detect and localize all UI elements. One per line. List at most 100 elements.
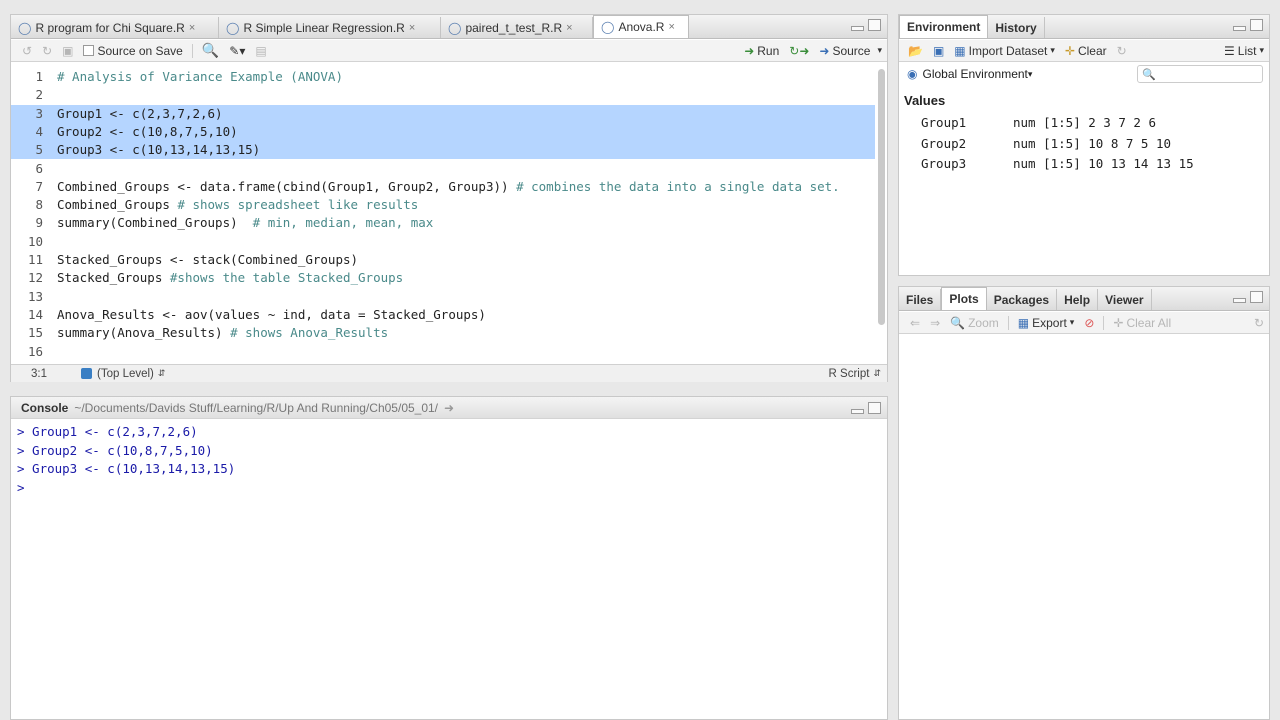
tab-plots[interactable]: Plots	[941, 287, 987, 310]
code-line[interactable]: 9 summary(Combined_Groups) # min, median,…	[11, 214, 875, 232]
clear-all-button[interactable]: ✛ Clear All	[1108, 316, 1176, 330]
code-line[interactable]: 3 Group1 <- c(2,3,7,2,6)	[11, 104, 875, 123]
zoom-button[interactable]: 🔍 Zoom	[945, 316, 1004, 330]
code-tokens: Group1 <- c(2,3,7,2,6)	[57, 105, 223, 121]
line-number: 13	[27, 288, 43, 304]
chevron-updown-icon[interactable]: ⇵	[873, 368, 881, 379]
environment-values: Group1 num [1:5] 2 3 7 2 6 Group2 num [1:5]…	[899, 113, 1269, 193]
clear-label: Clear	[1077, 43, 1107, 58]
code-tokens: Stacked_Groups <- stack(Combined_Groups)	[57, 252, 359, 267]
code-line[interactable]: 7 Combined_Groups <- data.frame(cbind(Gro…	[11, 178, 875, 196]
tab-paired-t-test[interactable]: ◯ paired_t_test_R.R ×	[441, 17, 593, 38]
save-icon[interactable]: ▣	[57, 44, 78, 58]
chevron-down-icon[interactable]: ▾	[1028, 69, 1033, 80]
tab-packages[interactable]: Packages	[987, 289, 1058, 310]
line-number: 4	[35, 123, 43, 139]
refresh-icon[interactable]: ↻	[1249, 316, 1269, 330]
maximize-pane-button[interactable]	[868, 402, 881, 414]
plot-canvas	[899, 335, 1269, 719]
code-tools-icon[interactable]: ✎▾	[224, 44, 250, 58]
remove-plot-icon[interactable]: ⊘	[1079, 316, 1099, 330]
export-button[interactable]: ▦ Export ▾	[1013, 316, 1080, 330]
close-icon[interactable]: ×	[566, 22, 572, 34]
tab-linear-regression[interactable]: ◯ R Simple Linear Regression.R ×	[219, 17, 441, 38]
code-line[interactable]: 4 Group2 <- c(10,8,7,5,10)	[11, 122, 875, 142]
checkbox-icon[interactable]	[83, 45, 95, 56]
broom-icon: ✛	[1113, 315, 1124, 330]
code-line[interactable]: 2	[11, 86, 875, 104]
minimize-pane-button[interactable]	[1233, 26, 1246, 31]
next-plot-icon[interactable]: ⇒	[925, 316, 945, 330]
chevron-down-icon[interactable]: ▾	[877, 45, 882, 56]
import-dataset-button[interactable]: ▦ Import Dataset ▾	[949, 44, 1060, 58]
environment-window-controls	[1233, 19, 1263, 31]
tab-anova[interactable]: ◯ Anova.R ×	[593, 15, 689, 38]
save-workspace-icon[interactable]: ▣	[928, 44, 949, 58]
search-icon[interactable]: 🔍	[197, 42, 224, 59]
close-icon[interactable]: ×	[668, 21, 674, 33]
code-line[interactable]: 12 Stacked_Groups #shows the table Stacke…	[11, 269, 875, 287]
compile-report-icon[interactable]: ▤	[250, 44, 271, 58]
run-arrow-icon: ➜	[744, 43, 755, 58]
code-line[interactable]: 11 Stacked_Groups <- stack(Combined_Group…	[11, 251, 875, 269]
chevron-updown-icon[interactable]: ⇵	[158, 368, 166, 379]
source-button[interactable]: ➜ Source ▾	[814, 44, 887, 58]
tab-viewer[interactable]: Viewer	[1098, 289, 1152, 310]
maximize-pane-button[interactable]	[868, 19, 881, 31]
environment-row[interactable]: Group1 num [1:5] 2 3 7 2 6	[921, 113, 1156, 133]
minimize-pane-button[interactable]	[851, 409, 864, 414]
code-editor[interactable]: 1 # Analysis of Variance Example (ANOVA) 2…	[11, 64, 875, 364]
source-on-save-toggle[interactable]: Source on Save	[78, 44, 187, 58]
zoom-icon: 🔍	[950, 315, 966, 330]
load-workspace-icon[interactable]: 📂	[903, 44, 928, 58]
code-text: Group2 <- c(10,8,7,5,10)	[57, 123, 238, 139]
environment-toolbar: 📂 ▣ ▦ Import Dataset ▾ ✛ Clear ↻ ☰ List …	[899, 40, 1269, 62]
goto-directory-icon[interactable]: ➜	[444, 401, 454, 415]
list-view-button[interactable]: ☰ List ▾	[1219, 44, 1269, 58]
close-icon[interactable]: ×	[409, 22, 415, 34]
source-on-save-label: Source on Save	[97, 43, 183, 58]
environment-scope-bar: ◉ Global Environment ▾ 🔍	[899, 63, 1269, 85]
chevron-down-icon: ▾	[1050, 45, 1055, 55]
code-line[interactable]: 1 # Analysis of Variance Example (ANOVA)	[11, 68, 875, 86]
environment-row[interactable]: Group3 num [1:5] 10 13 14 13 15	[921, 154, 1194, 174]
code-line[interactable]: 10	[11, 233, 875, 251]
code-line[interactable]: 13	[11, 288, 875, 306]
clear-button[interactable]: ✛ Clear	[1060, 44, 1112, 58]
close-icon[interactable]: ×	[189, 22, 195, 34]
code-line[interactable]: 15 summary(Anova_Results) # shows Anova_R…	[11, 324, 875, 342]
code-text: Combined_Groups <- data.frame(cbind(Grou…	[57, 179, 840, 194]
code-comment: # combines the data into a single data s…	[516, 178, 840, 194]
global-environment-selector[interactable]: Global Environment	[922, 67, 1027, 81]
code-line[interactable]: 16	[11, 343, 875, 361]
code-line[interactable]: 5 Group3 <- c(10,13,14,13,15)	[11, 141, 875, 160]
maximize-pane-button[interactable]	[1250, 291, 1263, 303]
previous-plot-icon[interactable]: ⇐	[905, 316, 925, 330]
code-line[interactable]: 8 Combined_Groups # shows spreadsheet lik…	[11, 196, 875, 214]
back-arrow-icon[interactable]: ↺	[17, 44, 37, 58]
scope-selector[interactable]: (Top Level)	[97, 368, 154, 380]
tab-files[interactable]: Files	[899, 289, 942, 310]
maximize-pane-button[interactable]	[1250, 19, 1263, 31]
import-dataset-label: Import Dataset	[968, 43, 1048, 58]
variable-value: num [1:5] 10 13 14 13 15	[1013, 156, 1194, 171]
environment-search-input[interactable]: 🔍	[1137, 65, 1263, 83]
search-icon: 🔍	[1142, 68, 1156, 81]
environment-row[interactable]: Group2 num [1:5] 10 8 7 5 10	[921, 134, 1171, 154]
editor-scrollbar[interactable]	[878, 69, 885, 325]
line-number: 10	[27, 233, 43, 249]
rerun-icon[interactable]: ↻➜	[784, 44, 814, 58]
console-output[interactable]: > Group1 <- c(2,3,7,2,6) > Group2 <- c(10…	[11, 421, 887, 719]
code-line[interactable]: 6	[11, 160, 875, 178]
tab-history[interactable]: History	[988, 17, 1045, 38]
tab-environment[interactable]: Environment	[899, 15, 989, 38]
file-type-selector[interactable]: R Script	[829, 368, 870, 380]
refresh-icon[interactable]: ↻	[1112, 44, 1132, 58]
minimize-pane-button[interactable]	[1233, 298, 1246, 303]
code-line[interactable]: 14 Anova_Results <- aov(values ~ ind, dat…	[11, 306, 875, 324]
forward-arrow-icon[interactable]: ↻	[37, 44, 57, 58]
run-button[interactable]: ➜ Run	[739, 44, 784, 58]
minimize-pane-button[interactable]	[851, 26, 864, 31]
tab-help[interactable]: Help	[1057, 289, 1099, 310]
tab-chi-square[interactable]: ◯ R program for Chi Square.R ×	[11, 17, 219, 38]
